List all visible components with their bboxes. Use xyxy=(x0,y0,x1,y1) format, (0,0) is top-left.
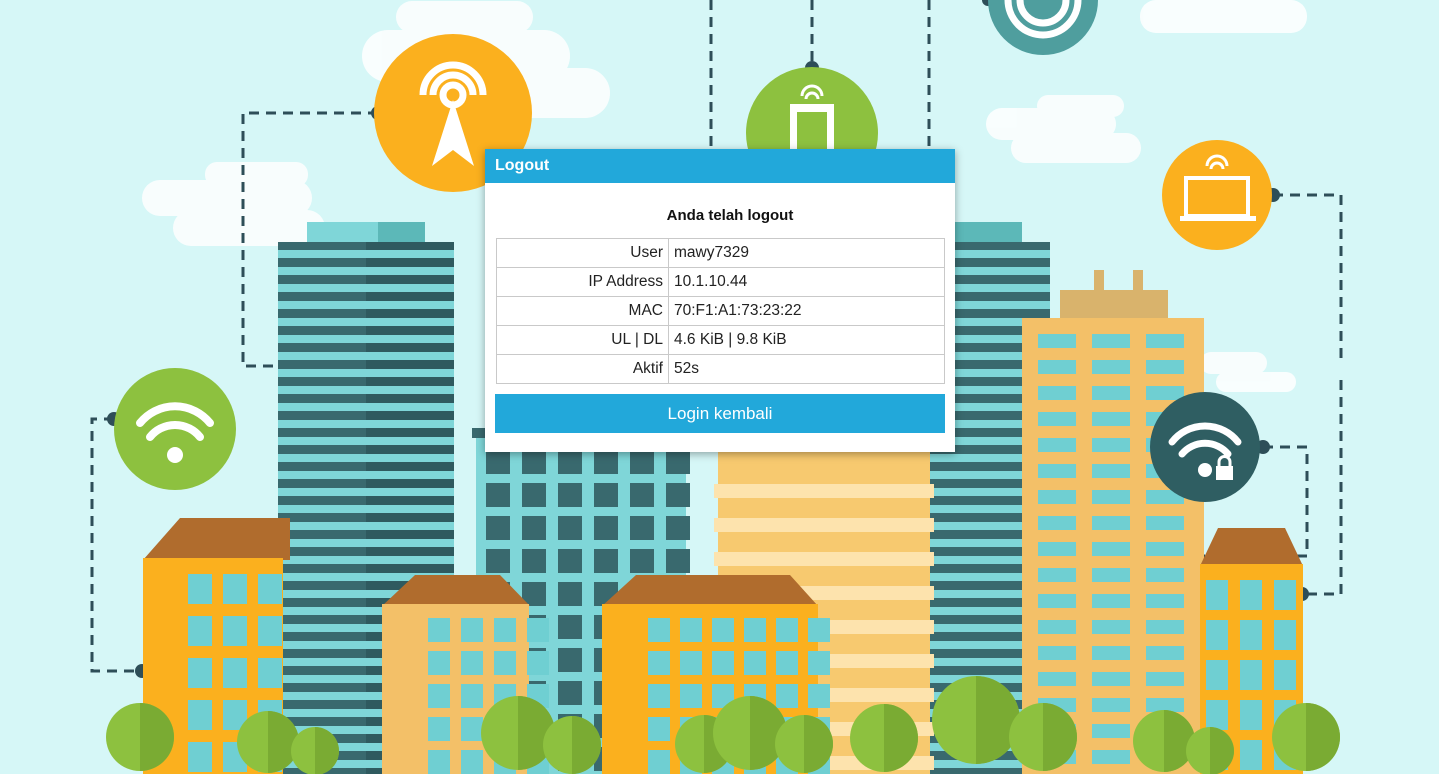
table-row: User mawy7329 xyxy=(496,238,945,268)
active-time-label: Aktif xyxy=(496,354,669,384)
dialog-title: Logout xyxy=(485,149,955,183)
table-row: Aktif 52s xyxy=(496,354,945,384)
user-label: User xyxy=(496,238,669,268)
wifi-icon xyxy=(114,368,236,490)
session-info-table: User mawy7329 IP Address 10.1.10.44 MAC … xyxy=(496,238,945,384)
ip-address-value: 10.1.10.44 xyxy=(668,267,945,297)
upload-download-value: 4.6 KiB | 9.8 KiB xyxy=(668,325,945,355)
ip-address-label: IP Address xyxy=(496,267,669,297)
active-time-value: 52s xyxy=(668,354,945,384)
mac-label: MAC xyxy=(496,296,669,326)
mac-value: 70:F1:A1:73:23:22 xyxy=(668,296,945,326)
table-row: IP Address 10.1.10.44 xyxy=(496,267,945,297)
wifi-lock-icon xyxy=(1150,392,1260,502)
user-value: mawy7329 xyxy=(668,238,945,268)
wifi-icon-top xyxy=(988,0,1098,55)
table-row: UL | DL 4.6 KiB | 9.8 KiB xyxy=(496,325,945,355)
upload-download-label: UL | DL xyxy=(496,325,669,355)
laptop-icon xyxy=(1162,140,1272,250)
logout-message: Anda telah logout xyxy=(666,207,794,224)
login-again-button[interactable]: Login kembali xyxy=(495,394,945,433)
table-row: MAC 70:F1:A1:73:23:22 xyxy=(496,296,945,326)
logout-dialog: Logout Anda telah logout User mawy7329 I… xyxy=(485,149,955,452)
